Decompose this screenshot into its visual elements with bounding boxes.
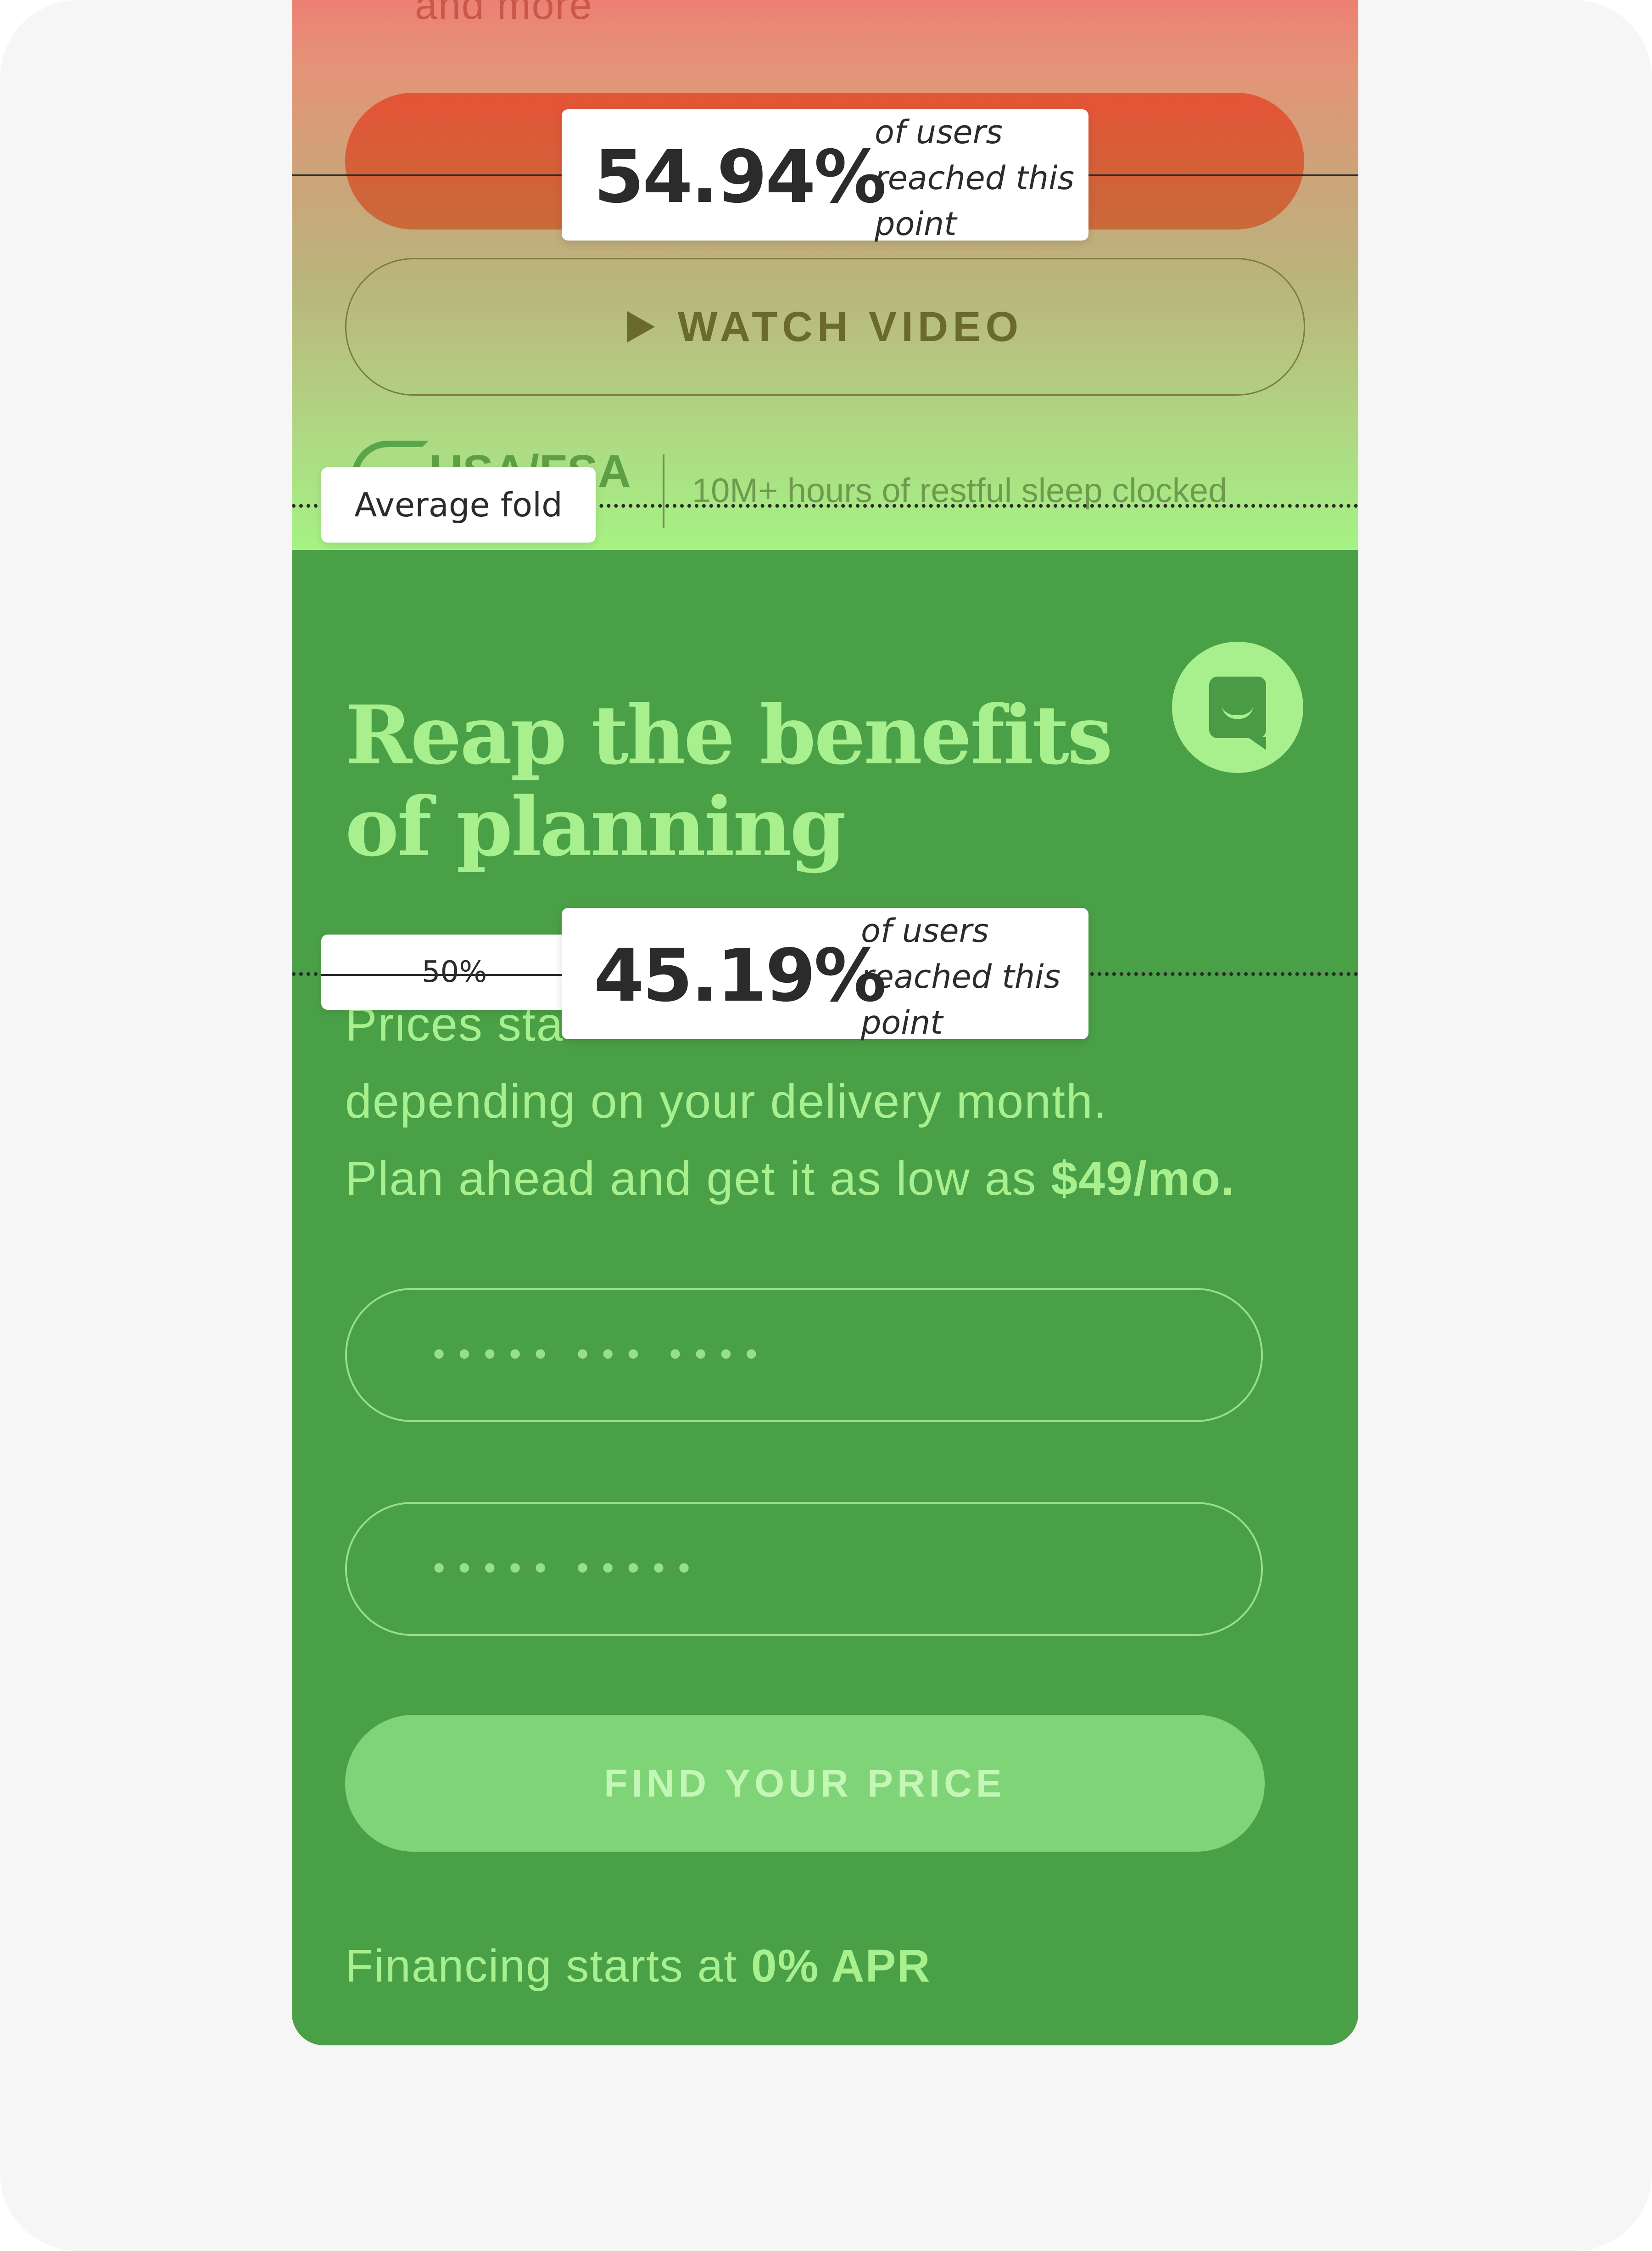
hero-partial-text: and more [415,0,593,28]
reach-value-top: 54.94% [594,135,887,219]
reach-card-top: 54.94% of users reached this point [562,109,1088,243]
financing-text: Financing starts at [345,1940,751,1992]
heading-line-1: Reap the benefits [345,688,1113,783]
screenshot-frame: and more WATCH VIDEO USA/FSA 10M+ hours … [0,0,1652,2251]
watch-video-label: WATCH VIDEO [677,303,1023,350]
reach-caption-top-line-1: of users [875,113,1003,151]
reach-caption-mid: of users reached this point [861,908,1090,1046]
reach-caption-top: of users reached this point [875,109,1104,247]
chat-button[interactable] [1172,642,1303,773]
zip-input[interactable] [347,1504,1261,1634]
pricing-section: Reap the benefits of planning Prices sta… [292,550,1358,2045]
fifty-percent-marker: 50% [321,935,587,1010]
financing-note: Financing starts at 0% APR [345,1940,931,1993]
play-icon [627,311,655,342]
reach-caption-mid-line-3: point [861,1004,943,1042]
watch-video-button[interactable]: WATCH VIDEO [345,258,1305,396]
reach-caption-top-line-3: point [875,205,957,243]
section-heading: Reap the benefits of planning [345,689,1171,873]
find-your-price-button[interactable]: FIND YOUR PRICE [345,1715,1265,1852]
reach-caption-mid-line-2: reached this [861,958,1061,996]
lowest-price: $49/mo. [1051,1152,1235,1205]
reach-card-mid: 45.19% of users reached this point [562,908,1088,1042]
phone-field[interactable] [345,1288,1263,1422]
reach-value-mid: 45.19% [594,934,887,1018]
badge-divider [663,454,664,528]
description-line-3: Plan ahead and get it as low as [345,1152,1051,1205]
financing-apr: 0% APR [751,1940,931,1992]
zip-field[interactable] [345,1502,1263,1636]
chat-icon-tail [1248,737,1266,750]
reach-caption-top-line-2: reached this [875,159,1075,197]
reach-caption-mid-line-1: of users [861,912,989,950]
description-line-2: depending on your delivery month. [345,1075,1108,1128]
chat-icon [1209,677,1266,750]
heading-line-2: of planning [345,779,846,874]
average-fold-label: Average fold [321,467,596,543]
phone-input[interactable] [347,1290,1261,1420]
